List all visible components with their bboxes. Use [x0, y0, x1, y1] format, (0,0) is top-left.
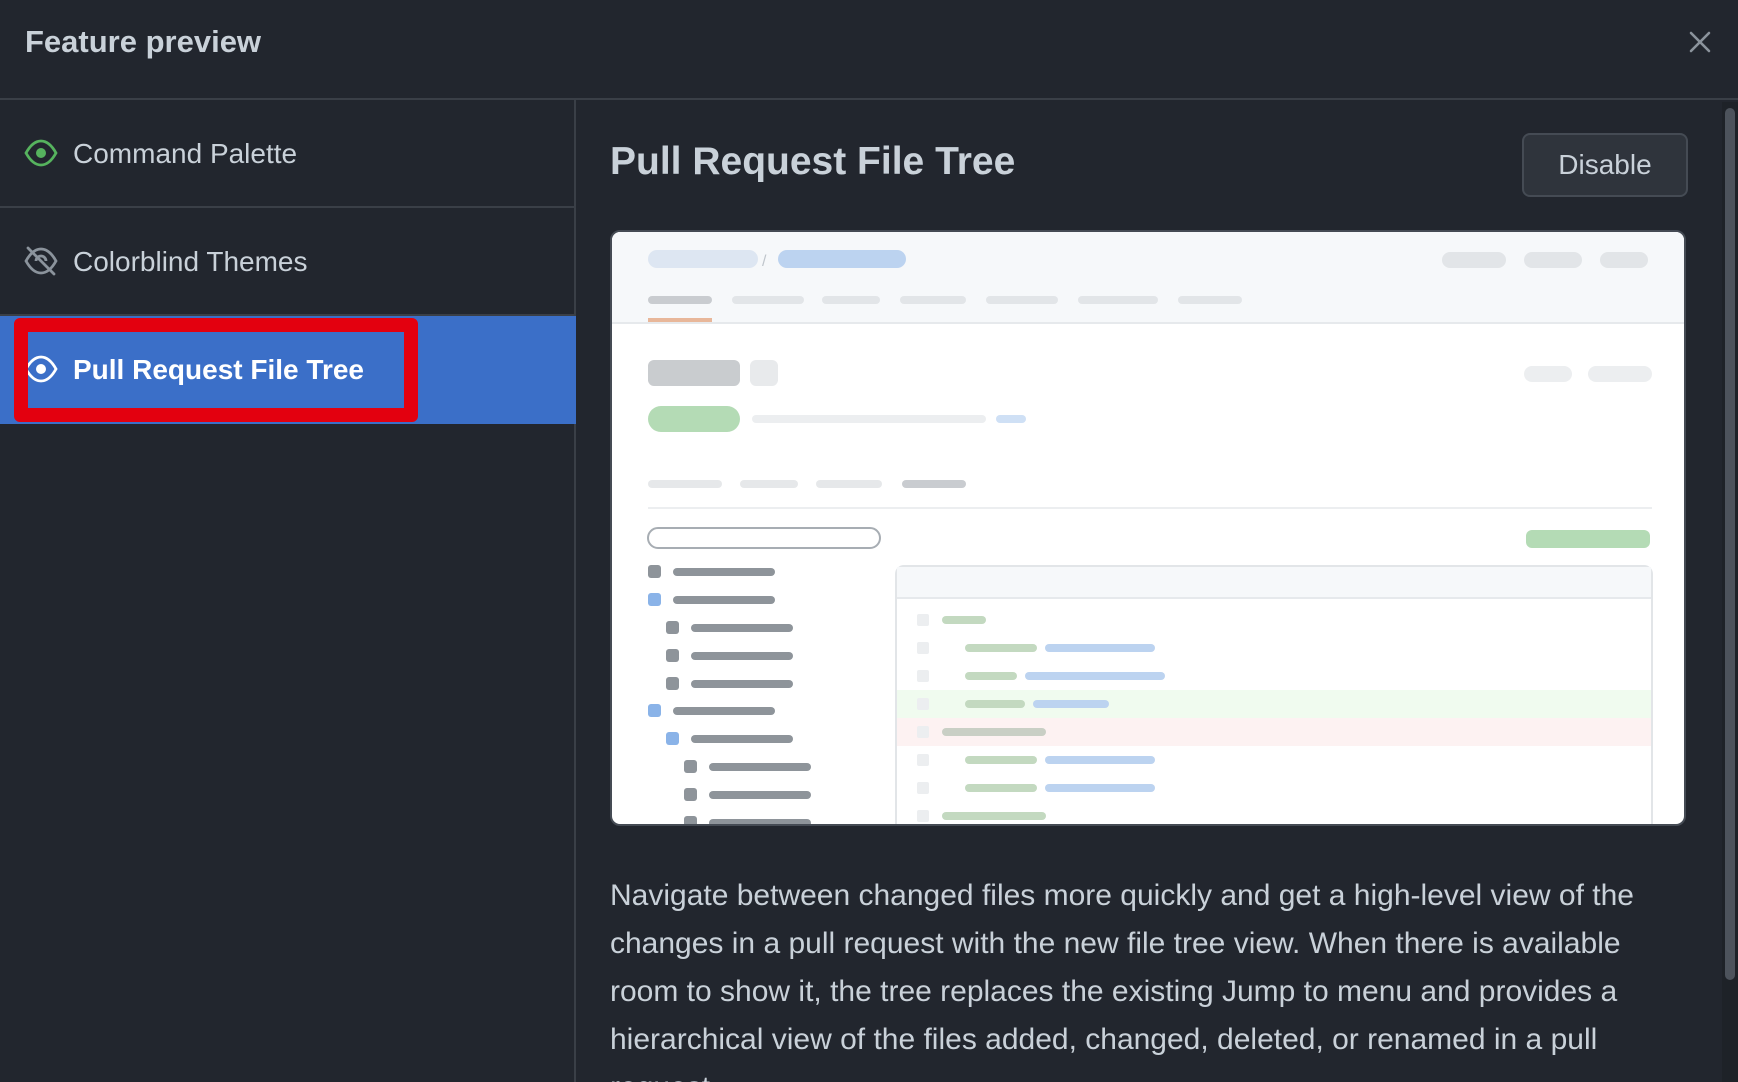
feature-description: Navigate between changed files more quic…: [610, 879, 1634, 1082]
feature-preview-image: /: [610, 230, 1686, 826]
file-tree-illustration: /: [612, 232, 1684, 824]
feature-list: Command Palette Colorblind Themes Pull R…: [0, 100, 576, 1082]
close-icon: [1689, 31, 1711, 53]
eye-closed-icon: [24, 246, 58, 276]
scrollbar-thumb[interactable]: [1725, 108, 1735, 980]
disable-button[interactable]: Disable: [1522, 133, 1688, 197]
sidebar-item-label: Command Palette: [73, 138, 298, 169]
eye-icon: [24, 139, 58, 167]
sidebar-item-command-palette[interactable]: Command Palette: [0, 100, 576, 208]
eye-icon: [24, 355, 58, 383]
svg-text:/: /: [762, 253, 767, 270]
sidebar-item-pull-request-file-tree[interactable]: Pull Request File Tree: [0, 316, 576, 424]
sidebar-item-label: Colorblind Themes: [73, 246, 308, 277]
feature-preview-dialog: Feature preview Command Palette Colorbli…: [0, 0, 1738, 1082]
scrollbar[interactable]: [1722, 102, 1738, 1082]
dialog-title: Feature preview: [25, 24, 262, 59]
dialog-header: Feature preview: [0, 0, 1738, 100]
close-button[interactable]: [1682, 24, 1718, 60]
sidebar-item-colorblind-themes[interactable]: Colorblind Themes: [0, 208, 576, 316]
feature-detail: Pull Request File Tree Disable / Navigat…: [578, 100, 1722, 1082]
sidebar-item-label: Pull Request File Tree: [73, 354, 364, 385]
feature-title: Pull Request File Tree: [610, 140, 1016, 183]
